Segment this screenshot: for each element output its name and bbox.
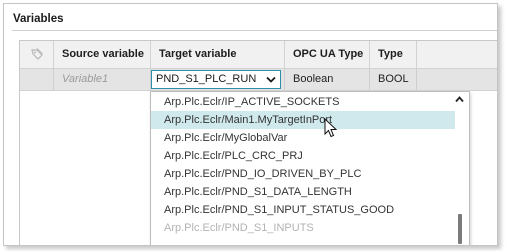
- opcua-type-cell[interactable]: Boolean: [285, 69, 370, 90]
- header-opcua-type[interactable]: OPC UA Type: [285, 41, 370, 68]
- target-variable-value: PND_S1_PLC_RUN: [156, 73, 257, 85]
- panel-title: Variables: [13, 13, 64, 25]
- dropdown-item[interactable]: Arp.Plc.Eclr/PND_S1_INPUTS: [151, 219, 455, 237]
- dropdown-item[interactable]: Arp.Plc.Eclr/PND_IO_DRIVEN_BY_PLC: [151, 165, 455, 183]
- header-icon-cell[interactable]: [20, 41, 54, 68]
- chevron-down-icon[interactable]: [266, 76, 276, 84]
- dropdown-item[interactable]: Arp.Plc.Eclr/MyGlobalVar: [151, 129, 455, 147]
- table-header: Source variable Target variable OPC UA T…: [20, 41, 497, 69]
- title-divider: [12, 30, 497, 31]
- mouse-pointer-icon: [324, 118, 338, 138]
- variables-table: Source variable Target variable OPC UA T…: [19, 40, 497, 245]
- chevron-up-icon[interactable]: [455, 96, 464, 103]
- target-variable-dropdown[interactable]: Arp.Plc.Eclr/IP_ACTIVE_SOCKETS Arp.Plc.E…: [150, 91, 470, 245]
- source-variable-cell[interactable]: Variable1: [54, 69, 151, 90]
- type-cell[interactable]: BOOL: [370, 69, 417, 90]
- header-type[interactable]: Type: [370, 41, 417, 68]
- row-icon-cell: [20, 69, 54, 90]
- dropdown-item[interactable]: Arp.Plc.Eclr/IP_ACTIVE_SOCKETS: [151, 93, 455, 111]
- dropdown-item-hovered[interactable]: Arp.Plc.Eclr/Main1.MyTargetInPort: [151, 111, 455, 129]
- variables-panel: Variables Source variable Target variabl…: [3, 3, 498, 246]
- header-target-variable[interactable]: Target variable: [151, 41, 285, 68]
- dropdown-item[interactable]: Arp.Plc.Eclr/PND_S1_DATA_LENGTH: [151, 183, 455, 201]
- header-source-variable[interactable]: Source variable: [54, 41, 151, 68]
- target-variable-combobox[interactable]: PND_S1_PLC_RUN: [151, 70, 281, 89]
- row-settings-icon: [30, 48, 43, 60]
- dropdown-item[interactable]: Arp.Plc.Eclr/PLC_CRC_PRJ: [151, 147, 455, 165]
- dropdown-scrollbar[interactable]: [456, 110, 465, 245]
- scrollbar-thumb[interactable]: [458, 214, 462, 244]
- dropdown-item[interactable]: Arp.Plc.Eclr/PND_S1_INPUT_STATUS_GOOD: [151, 201, 455, 219]
